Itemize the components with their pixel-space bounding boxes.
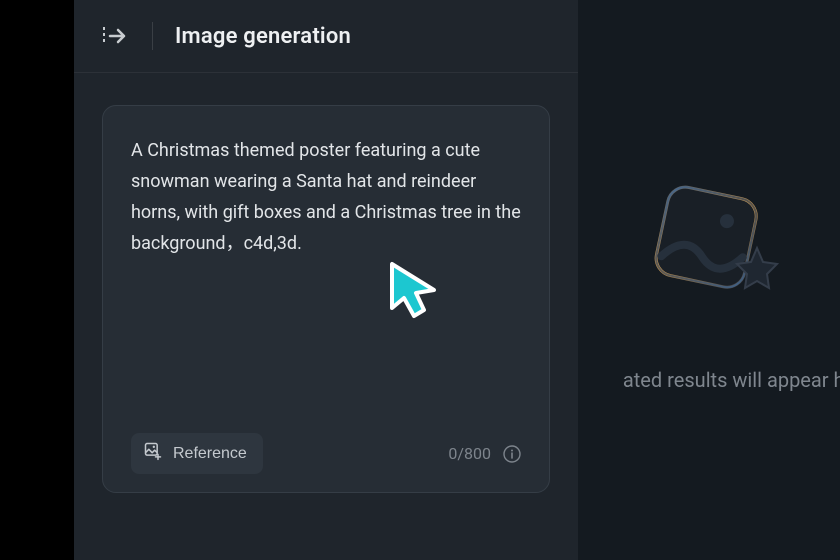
header-divider: [152, 22, 153, 50]
image-add-icon: [143, 441, 163, 466]
char-counter: 0/800: [448, 444, 491, 463]
page-title: Image generation: [175, 24, 351, 49]
prompt-card: A Christmas themed poster featuring a cu…: [102, 105, 550, 493]
preview-placeholder-text: ated results will appear he: [623, 368, 840, 392]
empty-gallery-icon: [629, 168, 789, 328]
info-icon[interactable]: [503, 445, 521, 463]
reference-button[interactable]: Reference: [131, 433, 263, 474]
preview-area: ated results will appear he: [578, 0, 840, 560]
sidebar-panel: Image generation A Christmas themed post…: [74, 0, 578, 560]
panel-header: Image generation: [74, 0, 578, 73]
prompt-input[interactable]: A Christmas themed poster featuring a cu…: [131, 136, 521, 421]
prompt-footer: Reference 0/800: [131, 433, 521, 474]
collapse-panel-icon[interactable]: [102, 24, 130, 48]
counter-area: 0/800: [448, 444, 521, 463]
reference-label: Reference: [173, 445, 247, 463]
